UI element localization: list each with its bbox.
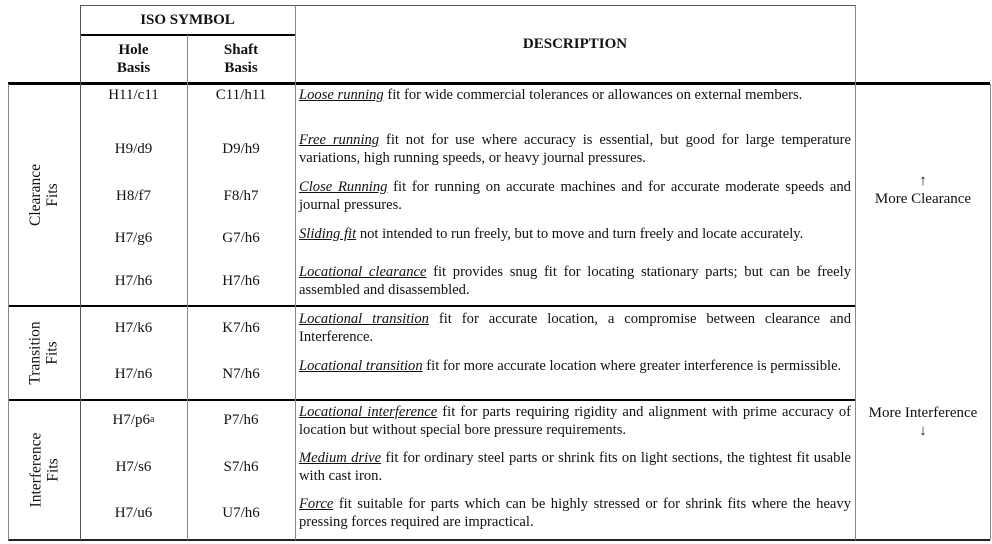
right-border: [990, 84, 991, 540]
fit-type-term: Sliding fit: [299, 226, 357, 242]
hole-symbol-text: H7/k6: [114, 319, 153, 336]
shaft-basis-line2: Basis: [224, 60, 258, 76]
hole-symbol-text: H7/s6: [115, 458, 152, 475]
fit-type-term: Locational interference: [299, 404, 438, 420]
group-label-line1: Clearance: [27, 164, 44, 226]
hole-basis-symbol: H7/p6 a: [112, 411, 155, 428]
fit-type-term: Force: [299, 496, 334, 512]
hole-basis-symbol: H7/g6: [80, 228, 187, 248]
fit-description: Loose running fit for wide commercial to…: [299, 86, 851, 104]
hole-basis-symbol: H11/c11: [80, 85, 187, 105]
hole-symbol-text: H11/c11: [108, 86, 159, 103]
transition-interference-divider: [8, 399, 855, 401]
shaft-basis-symbol: K7/h6: [222, 319, 260, 336]
trend-bottom-border: [855, 539, 990, 541]
hole-basis-symbol: H7/h6: [80, 271, 187, 291]
fit-description: Force fit suitable for parts which can b…: [299, 495, 851, 531]
fit-type-term: Close Running: [299, 179, 388, 195]
fit-description: Locational interference fit for parts re…: [299, 403, 851, 439]
more-interference-indicator: More Interference ↓: [856, 402, 990, 442]
fit-description: Medium drive fit for ordinary steel part…: [299, 449, 851, 485]
shaft-desc-divider: [295, 5, 296, 540]
hole-basis-line2: Basis: [116, 60, 151, 76]
group-label-line1: Interference: [27, 432, 45, 508]
more-interference-label: More Interference: [868, 405, 978, 421]
table-bottom-border: [8, 539, 855, 541]
hole-symbol-text: H7/h6: [114, 272, 153, 289]
fit-description: Free running fit not for use where accur…: [299, 131, 851, 167]
down-arrow-icon: ↓: [919, 423, 927, 439]
fit-description: Close Running fit for running on accurat…: [299, 178, 851, 214]
fit-description-text: fit for wide commercial tolerances or al…: [383, 87, 803, 103]
more-clearance-label: More Clearance: [874, 191, 972, 207]
fit-description: Locational clearance fit provides snug f…: [299, 263, 851, 299]
hole-symbol-text: H7/u6: [114, 504, 153, 521]
hole-basis-symbol: H7/s6: [80, 457, 187, 477]
hole-symbol-text: H8/f7: [116, 187, 151, 204]
clearance-transition-divider: [8, 305, 855, 307]
shaft-basis-symbol: P7/h6: [223, 411, 259, 428]
group-transition-fits: Transition Fits: [8, 307, 80, 399]
description-header: DESCRIPTION: [522, 36, 628, 52]
group-clearance-fits: Clearance Fits: [8, 85, 80, 305]
fit-type-term: Locational transition: [299, 311, 429, 327]
fit-description: Locational transition fit for accurate l…: [299, 310, 851, 346]
fit-description-text: fit suitable for parts which can be high…: [299, 496, 851, 530]
shaft-basis-symbol: C11/h11: [215, 86, 267, 103]
fit-type-term: Locational transition: [299, 358, 423, 374]
fit-description: Locational transition fit for more accur…: [299, 357, 851, 375]
group-label-line2: Fits: [44, 458, 62, 482]
hole-basis-symbol: H7/k6: [80, 318, 187, 338]
shaft-basis-symbol: F8/h7: [223, 187, 259, 204]
fit-description: Sliding fit not intended to run freely, …: [299, 225, 851, 243]
fit-description-text: fit for more accurate location where gre…: [422, 358, 842, 374]
hole-basis-header: Hole Basis: [80, 36, 187, 82]
hole-basis-symbol: H9/d9: [80, 139, 187, 159]
hole-symbol-text: H7/n6: [114, 365, 153, 382]
shaft-basis-symbol: D9/h9: [222, 140, 260, 157]
more-clearance-indicator: ↑ More Clearance: [856, 168, 990, 212]
up-arrow-icon: ↑: [919, 173, 927, 189]
group-label-line2: Fits: [43, 341, 61, 365]
fit-description-text: fit for ordinary steel parts or shrink f…: [299, 450, 851, 484]
hole-basis-symbol: H7/n6: [80, 364, 187, 384]
shaft-basis-symbol: H7/h6: [222, 272, 260, 289]
fit-type-term: Loose running: [299, 87, 384, 103]
shaft-basis-line1: Shaft: [223, 42, 259, 58]
hole-basis-symbol: H8/f7: [80, 186, 187, 206]
hole-basis-line1: Hole: [118, 42, 149, 58]
shaft-basis-symbol: S7/h6: [223, 458, 259, 475]
shaft-basis-symbol: N7/h6: [222, 365, 260, 382]
hole-symbol-text: H7/g6: [114, 229, 153, 246]
group-label-line2: Fits: [44, 183, 61, 207]
group-label-line1: Transition: [26, 321, 44, 385]
shaft-basis-header: Shaft Basis: [187, 36, 295, 82]
desc-trend-divider: [855, 5, 856, 540]
hole-symbol-text: H9/d9: [114, 140, 153, 157]
hole-symbol-text: H7/p6: [112, 411, 151, 428]
shaft-basis-symbol: G7/h6: [222, 229, 260, 246]
fit-type-term: Free running: [299, 132, 380, 148]
shaft-basis-symbol: U7/h6: [222, 504, 260, 521]
fit-type-term: Locational clearance: [299, 264, 427, 280]
iso-symbol-header: ISO SYMBOL: [140, 12, 235, 28]
group-interference-fits: Interference Fits: [8, 401, 80, 539]
fit-description-text: fit not for use where accuracy is essent…: [299, 132, 851, 166]
fit-description-text: not intended to run freely, but to move …: [356, 226, 804, 242]
fit-type-term: Medium drive: [299, 450, 382, 466]
hole-basis-symbol: H7/u6: [80, 503, 187, 523]
